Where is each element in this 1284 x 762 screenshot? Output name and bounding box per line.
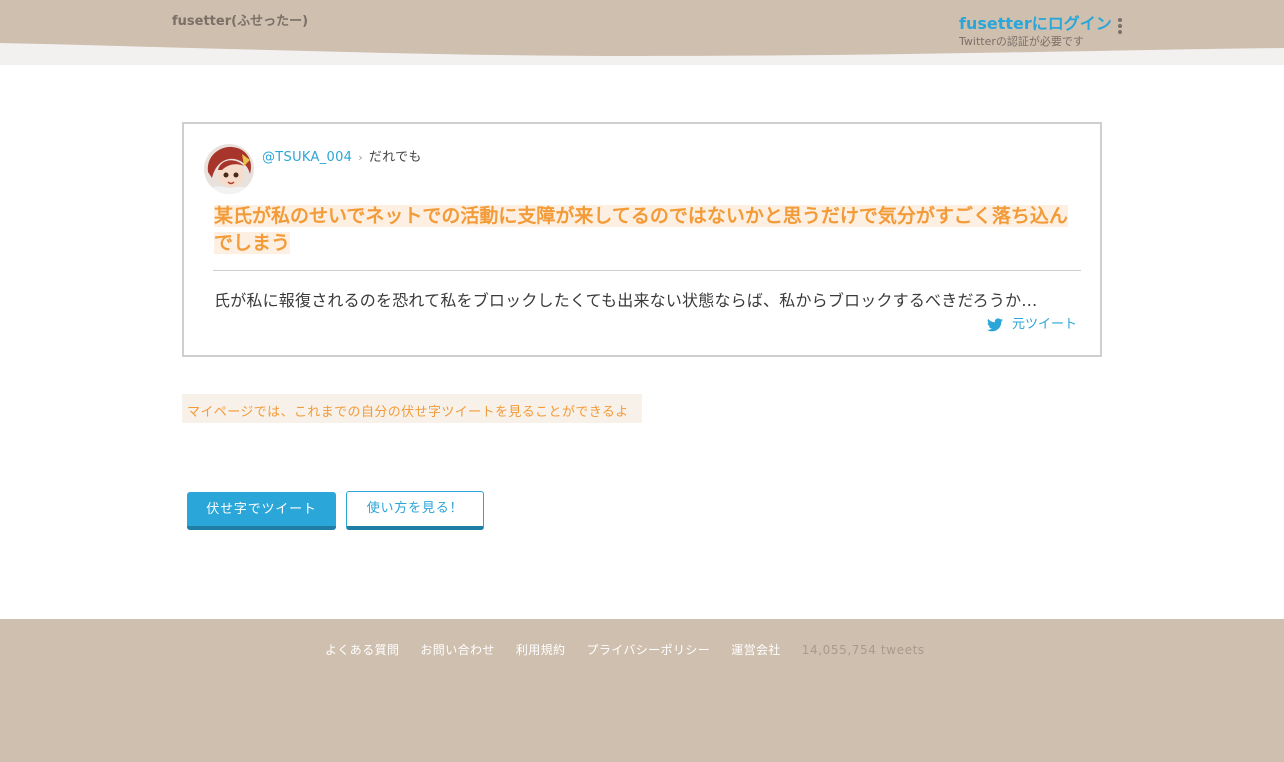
headline-text: 某氏が私のせいでネットでの活動に支障が来してるのではないかと思うだけで気分がすご…: [214, 205, 1068, 254]
user-handle[interactable]: @TSUKA_004: [262, 150, 352, 165]
login-link[interactable]: fusetterにログイン: [959, 10, 1112, 34]
footer-link-privacy[interactable]: プライバシーポリシー: [586, 643, 710, 657]
footer-link-terms[interactable]: 利用規約: [516, 643, 566, 657]
footer-link-faq[interactable]: よくある質問: [325, 643, 399, 657]
tweet-with-masking-button[interactable]: 伏せ字でツイート: [187, 492, 336, 530]
avatar[interactable]: [204, 144, 254, 194]
tweet-headline: 某氏が私のせいでネットでの活動に支障が来してるのではないかと思うだけで気分がすご…: [214, 203, 1084, 257]
footer-links: よくある質問 お問い合わせ 利用規約 プライバシーポリシー 運営会社 14,055,754…: [325, 641, 925, 658]
divider: [213, 270, 1081, 271]
more-vertical-icon[interactable]: [1111, 16, 1129, 36]
how-to-use-button[interactable]: 使い方を見る！: [346, 491, 484, 530]
original-link-label: 元ツイート: [1012, 317, 1078, 332]
twitter-bird-icon: [987, 318, 1003, 332]
site-header: fusetter(ふせったー) fusetterにログイン Twitterの認証…: [0, 0, 1284, 65]
footer-link-contact[interactable]: お問い合わせ: [420, 643, 494, 657]
tweet-meta: @TSUKA_004 › だれでも: [262, 146, 422, 165]
footer-link-company[interactable]: 運営会社: [731, 643, 781, 657]
original-tweet-link[interactable]: 元ツイート: [987, 313, 1077, 332]
meta-separator: ›: [358, 151, 363, 164]
tweet-count: 14,055,754 tweets: [801, 643, 925, 657]
tweet-card: @TSUKA_004 › だれでも 某氏が私のせいでネットでの活動に支障が来してるの…: [182, 122, 1102, 357]
site-brand[interactable]: fusetter(ふせったー): [172, 10, 308, 29]
login-note: Twitterの認証が必要です: [959, 35, 1084, 48]
mypage-hint: マイページでは、これまでの自分の伏せ字ツイートを見ることができるよ: [182, 394, 642, 423]
tweet-hidden-text: 氏が私に報復されるのを恐れて私をブロックしたくても出来ない状態ならば、私からブロ…: [214, 291, 1038, 310]
audience-label: だれでも: [368, 150, 422, 165]
site-footer: よくある質問 お問い合わせ 利用規約 プライバシーポリシー 運営会社 14,055,754…: [0, 619, 1284, 762]
